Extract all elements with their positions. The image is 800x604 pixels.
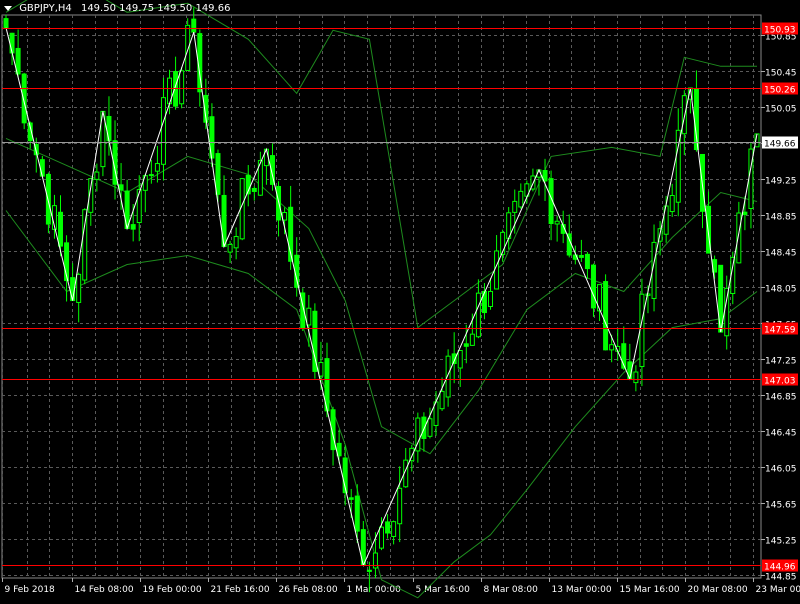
time-label: 5 Mar 16:00	[416, 585, 471, 595]
price-tick-label: 145.25	[765, 537, 797, 547]
candle-body	[4, 19, 8, 28]
level-tag-label: 150.93	[764, 26, 796, 36]
candle-body	[252, 188, 256, 191]
candle-body	[495, 251, 499, 289]
candle-body	[591, 265, 595, 308]
candle-body	[646, 294, 650, 295]
candle-body	[440, 391, 444, 408]
candle-body	[137, 190, 141, 223]
candle-body	[579, 256, 583, 258]
chart-header: GBPJPY,H4 149.50 149.75 149.50 149.66	[4, 3, 230, 14]
candle-body	[670, 196, 674, 212]
candle-body	[398, 488, 402, 523]
candle-body	[83, 210, 87, 280]
candle-body	[682, 96, 686, 134]
candle-body	[482, 291, 486, 312]
candle-body	[743, 212, 747, 214]
candle-body	[319, 363, 323, 376]
candle-body	[386, 522, 390, 533]
candle-body	[95, 172, 99, 179]
price-tick-label: 150.05	[765, 105, 797, 115]
symbol-label: GBPJPY,H4	[19, 3, 72, 14]
candle-body	[380, 527, 384, 548]
candle-body	[737, 213, 741, 263]
candle-body	[192, 19, 196, 32]
candle-body	[131, 225, 135, 230]
price-chart[interactable]: 150.85150.45150.05149.65149.25148.85148.…	[0, 0, 800, 600]
candle-body	[59, 212, 63, 246]
level-tag-label: 150.26	[764, 86, 796, 96]
time-label: 14 Feb 08:00	[75, 585, 134, 595]
candle-body	[349, 498, 353, 500]
candle-body	[155, 164, 159, 172]
candle-body	[367, 570, 371, 571]
level-tag-label: 147.59	[764, 326, 796, 336]
candle-body	[355, 496, 359, 531]
time-label: 8 Mar 08:00	[484, 585, 539, 595]
price-tick-label: 146.85	[765, 393, 797, 403]
candle-body	[585, 254, 589, 268]
candle-body	[40, 160, 44, 176]
price-tick-label: 145.65	[765, 501, 797, 511]
candle-body	[107, 117, 111, 141]
candle-body	[464, 344, 468, 347]
candle-body	[489, 291, 493, 306]
chart-root: 150.85150.45150.05149.65149.25148.85148.…	[0, 0, 800, 600]
candle-body	[428, 419, 432, 437]
candle-body	[77, 274, 81, 302]
candle-body	[161, 98, 165, 165]
time-label: 13 Mar 00:00	[552, 585, 612, 595]
time-label: 23 Mar 00:00	[756, 585, 800, 595]
candle-body	[119, 185, 123, 190]
candle-body	[634, 372, 638, 383]
time-label: 19 Feb 00:00	[143, 585, 202, 595]
candle-body	[470, 334, 474, 345]
candle-body	[186, 25, 190, 70]
candle-body	[604, 282, 608, 350]
candle-body	[513, 201, 517, 212]
candle-body	[180, 71, 184, 104]
time-label: 9 Feb 2018	[5, 585, 56, 595]
time-label: 26 Feb 08:00	[279, 585, 338, 595]
candle-body	[307, 308, 311, 325]
upper-band-line	[6, 0, 757, 328]
candle-body	[519, 191, 523, 207]
price-tick-label: 148.85	[765, 213, 797, 223]
price-tick-label: 144.85	[765, 573, 797, 583]
price-tick-label: 146.05	[765, 465, 797, 475]
candle-body	[283, 213, 287, 221]
time-label: 21 Feb 16:00	[211, 585, 270, 595]
candle-body	[640, 294, 644, 366]
candle-body	[610, 345, 614, 350]
candle-body	[228, 244, 232, 252]
level-tag-label: 144.96	[764, 563, 796, 573]
price-tick-label: 149.25	[765, 177, 797, 187]
candle-body	[149, 175, 153, 176]
time-label: 20 Mar 08:00	[688, 585, 748, 595]
ohlc-values: 149.50 149.75 149.50 149.66	[81, 3, 231, 14]
candle-body	[476, 293, 480, 337]
current-price-label: 149.66	[764, 140, 796, 150]
price-tick-label: 148.45	[765, 249, 797, 259]
candle-body	[10, 33, 14, 53]
time-label: 1 Mar 00:00	[347, 585, 402, 595]
level-tag-label: 147.03	[764, 377, 796, 387]
price-tick-label: 147.25	[765, 357, 797, 367]
dropdown-triangle-icon[interactable]	[4, 6, 12, 11]
candle-body	[234, 237, 238, 248]
price-tick-label: 150.45	[765, 69, 797, 79]
candle-body	[458, 350, 462, 368]
price-tick-label: 146.45	[765, 429, 797, 439]
candle-body	[555, 221, 559, 224]
candle-body	[216, 154, 220, 195]
price-tick-label: 148.05	[765, 285, 797, 295]
candle-body	[392, 522, 396, 537]
time-label: 15 Mar 16:00	[620, 585, 680, 595]
